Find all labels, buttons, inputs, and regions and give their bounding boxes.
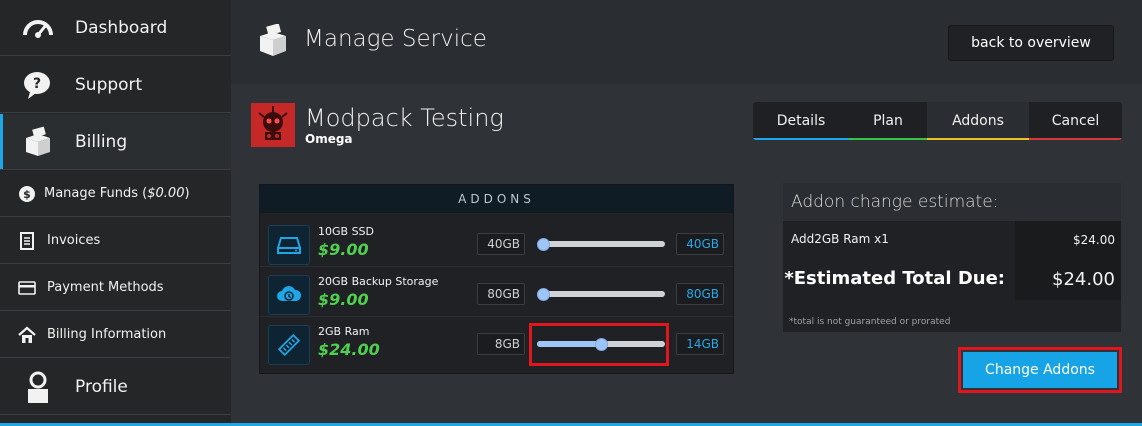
dollar-coin-icon: $ <box>17 184 37 204</box>
main-content: Manage Service back to overview Modpack … <box>231 0 1142 426</box>
tab-label: Plan <box>873 113 903 129</box>
tab-addons[interactable]: Addons <box>927 102 1029 140</box>
tab-label: Cancel <box>1051 113 1100 129</box>
ssd-drive-icon <box>268 225 310 265</box>
addon-name: 10GB SSD <box>318 225 374 238</box>
page-title: Manage Service <box>304 26 487 52</box>
page-header: Manage Service back to overview <box>231 0 1142 84</box>
ram-stick-icon <box>268 325 310 365</box>
slider-track <box>537 291 665 297</box>
addon-price: $9.00 <box>318 240 369 259</box>
dashboard-gauge-icon <box>20 10 56 46</box>
estimate-note: *total is not guaranteed or prorated <box>789 317 951 327</box>
sidebar: Dashboard ? Support Billing $ Manage Fun… <box>0 0 231 426</box>
back-to-overview-button[interactable]: back to overview <box>948 25 1114 61</box>
sidebar-item-label: Invoices <box>47 233 101 248</box>
home-icon <box>17 325 37 345</box>
sidebar-item-label: Support <box>75 74 143 95</box>
sidebar-item-payment-methods[interactable]: Payment Methods <box>0 265 231 311</box>
addon-name: 20GB Backup Storage <box>318 275 439 288</box>
slider-thumb[interactable] <box>537 288 550 301</box>
cloud-backup-icon <box>268 275 310 315</box>
server-name: Modpack Testing <box>305 104 504 132</box>
invoice-document-icon <box>17 231 37 251</box>
estimate-total-label: *Estimated Total Due: <box>784 268 1005 289</box>
tab-details[interactable]: Details <box>753 102 849 140</box>
sidebar-item-label: Billing Information <box>47 327 167 342</box>
billing-box-icon <box>20 124 56 160</box>
sidebar-item-label: Profile <box>75 376 128 397</box>
sidebar-item-dashboard[interactable]: Dashboard <box>0 0 231 56</box>
estimate-line-label: Add2GB Ram x1 <box>791 232 889 246</box>
addon-max-value: 14GB <box>676 333 724 355</box>
estimate-header: Addon change estimate: <box>783 183 1121 221</box>
svg-text:$: $ <box>23 188 31 201</box>
tab-cancel[interactable]: Cancel <box>1029 102 1122 140</box>
addon-slider[interactable] <box>537 288 665 301</box>
sidebar-item-invoices[interactable]: Invoices <box>0 218 231 264</box>
support-question-icon: ? <box>20 67 56 103</box>
estimate-total: *Estimated Total Due: $24.00 <box>783 258 1121 300</box>
server-logo <box>251 103 295 147</box>
addons-header: ADDONS <box>260 185 733 213</box>
service-tabs: Details Plan Addons Cancel <box>753 102 1122 140</box>
addon-max-value: 40GB <box>676 233 724 255</box>
change-addons-button[interactable]: Change Addons <box>963 352 1117 388</box>
addon-row-backup: 20GB Backup Storage $9.00 80GB 80GB <box>260 271 733 317</box>
tab-color-bar <box>849 138 927 140</box>
credit-card-icon <box>17 278 37 298</box>
sidebar-item-label: Payment Methods <box>47 280 164 295</box>
tab-color-bar <box>927 138 1029 140</box>
sidebar-item-billing[interactable]: Billing <box>0 114 231 170</box>
addon-min-value: 80GB <box>477 283 525 305</box>
tab-color-bar <box>1029 138 1122 140</box>
sidebar-item-label: Manage Funds ($0.00) <box>44 186 190 201</box>
user-icon <box>20 369 56 405</box>
tab-color-bar <box>753 138 849 140</box>
estimate-panel: Addon change estimate: Add2GB Ram x1 $24… <box>783 183 1121 332</box>
estimate-line-amount: $24.00 <box>1015 221 1121 258</box>
addon-slider[interactable] <box>537 238 665 251</box>
server-subtitle: Omega <box>305 132 353 146</box>
sidebar-item-profile[interactable]: Profile <box>0 359 231 415</box>
addon-price: $24.00 <box>318 340 380 359</box>
estimate-total-amount: $24.00 <box>1015 258 1121 300</box>
addon-name: 2GB Ram <box>318 325 370 338</box>
addon-row-ssd: 10GB SSD $9.00 40GB 40GB <box>260 221 733 267</box>
sidebar-item-billing-information[interactable]: Billing Information <box>0 312 231 358</box>
sidebar-item-manage-funds[interactable]: $ Manage Funds ($0.00) <box>0 171 231 217</box>
tab-label: Details <box>776 113 826 129</box>
addon-max-value: 80GB <box>676 283 724 305</box>
tab-label: Addons <box>952 113 1004 129</box>
addon-price: $9.00 <box>318 290 369 309</box>
addon-min-value: 8GB <box>477 333 525 355</box>
tab-plan[interactable]: Plan <box>849 102 927 140</box>
service-box-icon <box>257 23 289 58</box>
slider-highlight-box <box>529 323 669 366</box>
svg-text:?: ? <box>33 76 41 92</box>
sidebar-item-label: Dashboard <box>75 17 168 38</box>
addon-min-value: 40GB <box>477 233 525 255</box>
estimate-line: Add2GB Ram x1 $24.00 <box>783 221 1121 258</box>
slider-thumb[interactable] <box>537 238 550 251</box>
sidebar-item-support[interactable]: ? Support <box>0 57 231 113</box>
sidebar-item-label: Billing <box>75 131 128 152</box>
slider-track <box>537 241 665 247</box>
